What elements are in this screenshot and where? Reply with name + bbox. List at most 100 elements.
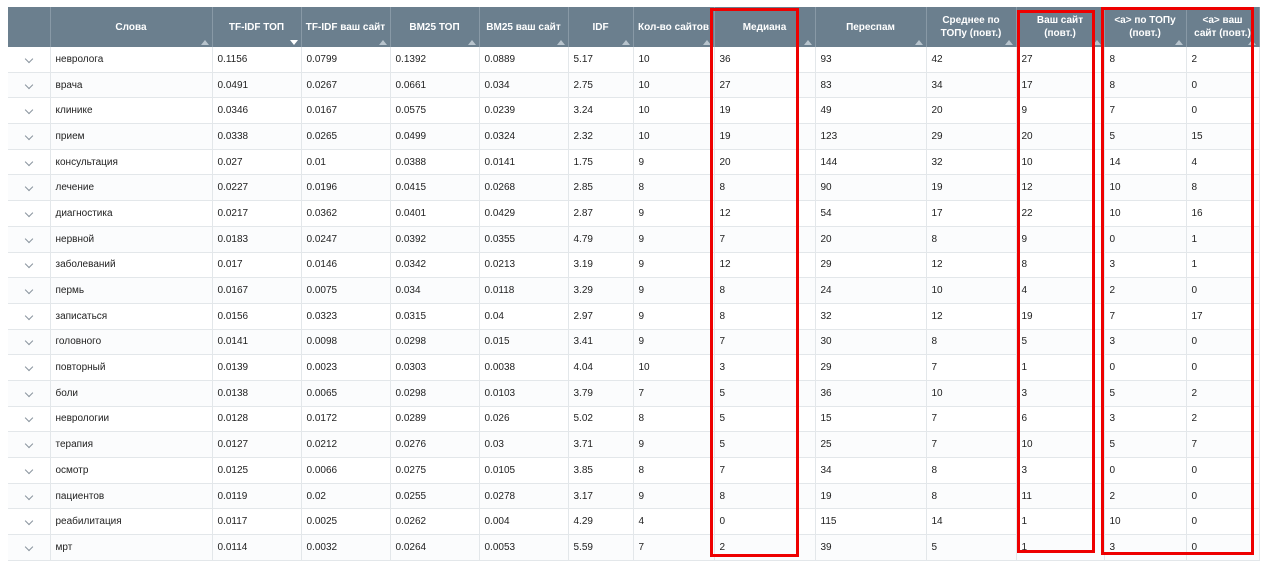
cell-idf: 3.17: [568, 483, 634, 510]
table-row[interactable]: осмотр 0.0125 0.0066 0.0275 0.0105 3.85 8 7 34 8 3…: [8, 457, 1260, 484]
expand-row-button[interactable]: [8, 226, 51, 253]
cell-bm25-site: 0.04: [479, 303, 569, 330]
expand-row-button[interactable]: [8, 277, 51, 304]
cell-sites: 8: [633, 174, 715, 202]
table-row[interactable]: терапия 0.0127 0.0212 0.0276 0.03 3.71 9 5 25 7 10…: [8, 431, 1260, 458]
sort-icon[interactable]: [378, 40, 387, 45]
column-header-tfidf-top[interactable]: TF-IDF ТОП: [212, 7, 302, 47]
table-row[interactable]: записаться 0.0156 0.0323 0.0315 0.04 2.97 9 8 32…: [8, 303, 1260, 330]
sort-icon[interactable]: [1004, 40, 1013, 45]
cell-idf: 2.32: [568, 123, 634, 150]
cell-word: записаться: [50, 303, 213, 330]
table-row[interactable]: врача 0.0491 0.0267 0.0661 0.034 2.75 10 27 83 34…: [8, 72, 1260, 99]
sort-icon[interactable]: [200, 40, 209, 45]
cell-a-top: 8: [1104, 47, 1187, 73]
table-row[interactable]: пермь 0.0167 0.0075 0.034 0.0118 3.29 9 8 24 10 4 2…: [8, 277, 1260, 304]
cell-idf: 4.79: [568, 226, 634, 253]
expand-row-button[interactable]: [8, 329, 51, 356]
cell-tfidf-site: 0.0023: [301, 354, 391, 381]
expand-row-button[interactable]: [8, 380, 51, 407]
cell-tfidf-site: 0.0172: [301, 406, 391, 433]
cell-word: головного: [50, 329, 213, 356]
cell-sites: 9: [633, 277, 715, 304]
cell-tfidf-top: 0.0114: [212, 534, 302, 561]
table-row[interactable]: заболеваний 0.017 0.0146 0.0342 0.0213 3.19 9 1…: [8, 252, 1260, 279]
sort-icon[interactable]: [1174, 40, 1183, 45]
expand-row-button[interactable]: [8, 431, 51, 458]
cell-overspam: 123: [815, 123, 927, 150]
cell-idf: 2.97: [568, 303, 634, 330]
expand-row-button[interactable]: [8, 200, 51, 227]
cell-word: повторный: [50, 354, 213, 381]
expand-row-button[interactable]: [8, 174, 51, 202]
expand-row-button[interactable]: [8, 47, 51, 73]
sort-icon[interactable]: [803, 40, 812, 45]
expand-row-button[interactable]: [8, 72, 51, 99]
table-row[interactable]: невролога 0.1156 0.0799 0.1392 0.0889 5.17 10 3…: [8, 47, 1260, 73]
column-header-bm25-top[interactable]: BM25 ТОП: [390, 7, 480, 47]
cell-bm25-site: 0.0278: [479, 483, 569, 510]
sort-icon[interactable]: [467, 40, 476, 45]
cell-bm25-site: 0.0355: [479, 226, 569, 253]
table-row[interactable]: головного 0.0141 0.0098 0.0298 0.015 3.41 9 7 30…: [8, 329, 1260, 356]
cell-avg-top: 12: [926, 303, 1017, 330]
chevron-down-icon: [24, 388, 33, 398]
column-header-a-site[interactable]: <a> ваш сайт (повт.): [1186, 7, 1260, 47]
expand-row-button[interactable]: [8, 354, 51, 381]
cell-overspam: 39: [815, 534, 927, 561]
column-header-sites[interactable]: Кол-во сайтов: [633, 7, 715, 47]
column-header-median[interactable]: Медиана: [714, 7, 816, 47]
table-row[interactable]: прием 0.0338 0.0265 0.0499 0.0324 2.32 10 19 123…: [8, 123, 1260, 150]
table-row[interactable]: мрт 0.0114 0.0032 0.0264 0.0053 5.59 7 2 39 5 1 3 0: [8, 534, 1260, 561]
table-row[interactable]: клинике 0.0346 0.0167 0.0575 0.0239 3.24 10 19 4…: [8, 97, 1260, 125]
cell-a-site: 0: [1186, 277, 1260, 304]
table-row[interactable]: боли 0.0138 0.0065 0.0298 0.0103 3.79 7 5 36 10 3 5…: [8, 380, 1260, 407]
table-row[interactable]: неврологии 0.0128 0.0172 0.0289 0.026 5.02 8 5 1…: [8, 406, 1260, 433]
table-row[interactable]: реабилитация 0.0117 0.0025 0.0262 0.004 4.29 4…: [8, 508, 1260, 536]
expand-row-button[interactable]: [8, 149, 51, 176]
sort-icon[interactable]: [914, 40, 923, 45]
expand-row-button[interactable]: [8, 123, 51, 150]
cell-your-site: 11: [1016, 483, 1105, 510]
cell-a-top: 0: [1104, 457, 1187, 484]
table-row[interactable]: нервной 0.0183 0.0247 0.0392 0.0355 4.79 9 7 20 8…: [8, 226, 1260, 253]
table-row[interactable]: диагностика 0.0217 0.0362 0.0401 0.0429 2.87 9…: [8, 200, 1260, 227]
column-header-tfidf-site[interactable]: TF-IDF ваш сайт: [301, 7, 391, 47]
sort-icon[interactable]: [702, 40, 711, 45]
cell-a-top: 5: [1104, 380, 1187, 407]
table-row[interactable]: консультация 0.027 0.01 0.0388 0.0141 1.75 9 20…: [8, 149, 1260, 176]
column-header-your-site[interactable]: Ваш сайт (повт.): [1016, 7, 1105, 47]
column-header-overspam[interactable]: Переспам: [815, 7, 927, 47]
chevron-down-icon: [24, 157, 33, 166]
sort-icon[interactable]: [621, 40, 630, 45]
cell-bm25-site: 0.0141: [479, 149, 569, 176]
table-row[interactable]: повторный 0.0139 0.0023 0.0303 0.0038 4.04 10 3…: [8, 354, 1260, 381]
expand-row-button[interactable]: [8, 483, 51, 510]
table-row[interactable]: пациентов 0.0119 0.02 0.0255 0.0278 3.17 9 8 19 8…: [8, 483, 1260, 510]
expand-row-button[interactable]: [8, 303, 51, 330]
cell-idf: 3.29: [568, 277, 634, 304]
expand-row-button[interactable]: [8, 252, 51, 279]
expand-row-button[interactable]: [8, 457, 51, 484]
cell-median: 7: [714, 457, 816, 484]
sort-icon[interactable]: [1247, 40, 1256, 45]
expand-row-button[interactable]: [8, 508, 51, 536]
column-header-idf[interactable]: IDF: [568, 7, 634, 47]
sort-icon[interactable]: [556, 40, 565, 45]
chevron-down-icon: [24, 260, 33, 269]
cell-tfidf-top: 0.0125: [212, 457, 302, 484]
expand-row-button[interactable]: [8, 97, 51, 125]
cell-tfidf-site: 0.0267: [301, 72, 391, 99]
expand-row-button[interactable]: [8, 534, 51, 561]
cell-word: пациентов: [50, 483, 213, 510]
column-header-a-top[interactable]: <a> по ТОПу (повт.): [1104, 7, 1187, 47]
column-header-avg-top[interactable]: Среднее по ТОПу (повт.): [926, 7, 1017, 47]
column-header-word[interactable]: Слова: [50, 7, 213, 47]
cell-tfidf-site: 0.0066: [301, 457, 391, 484]
table-row[interactable]: лечение 0.0227 0.0196 0.0415 0.0268 2.85 8 8 90 1…: [8, 174, 1260, 202]
sort-descending-icon[interactable]: [289, 40, 298, 45]
expand-row-button[interactable]: [8, 406, 51, 433]
cell-bm25-top: 0.0661: [390, 72, 480, 99]
column-header-bm25-site[interactable]: BM25 ваш сайт: [479, 7, 569, 47]
sort-icon[interactable]: [1092, 40, 1101, 45]
